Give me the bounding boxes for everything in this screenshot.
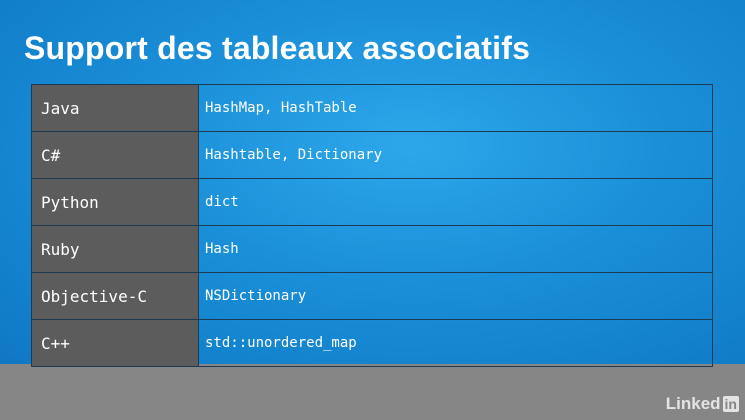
table-row: Java HashMap, HashTable <box>31 84 713 132</box>
language-cell: Python <box>31 178 199 226</box>
logo-in-badge: in <box>722 396 739 412</box>
implementation-cell: HashMap, HashTable <box>198 84 713 132</box>
table-row: C++ std::unordered_map <box>31 319 713 367</box>
slide-title: Support des tableaux associatifs <box>24 30 531 66</box>
language-cell: C++ <box>31 319 199 367</box>
implementation-cell: std::unordered_map <box>198 319 713 367</box>
language-cell: Ruby <box>31 225 199 273</box>
implementation-cell: Hash <box>198 225 713 273</box>
table-row: Objective-C NSDictionary <box>31 272 713 320</box>
table-row: Ruby Hash <box>31 225 713 273</box>
table-row: C# Hashtable, Dictionary <box>31 131 713 179</box>
logo-wordmark: Linked <box>665 394 721 413</box>
language-cell: Java <box>31 84 199 132</box>
language-cell: C# <box>31 131 199 179</box>
languages-table: Java HashMap, HashTable C# Hashtable, Di… <box>31 84 713 367</box>
implementation-cell: NSDictionary <box>198 272 713 320</box>
implementation-cell: dict <box>198 178 713 226</box>
linkedin-logo: Linked in <box>666 394 739 414</box>
implementation-cell: Hashtable, Dictionary <box>198 131 713 179</box>
table-row: Python dict <box>31 178 713 226</box>
language-cell: Objective-C <box>31 272 199 320</box>
footer-bar <box>0 364 745 420</box>
